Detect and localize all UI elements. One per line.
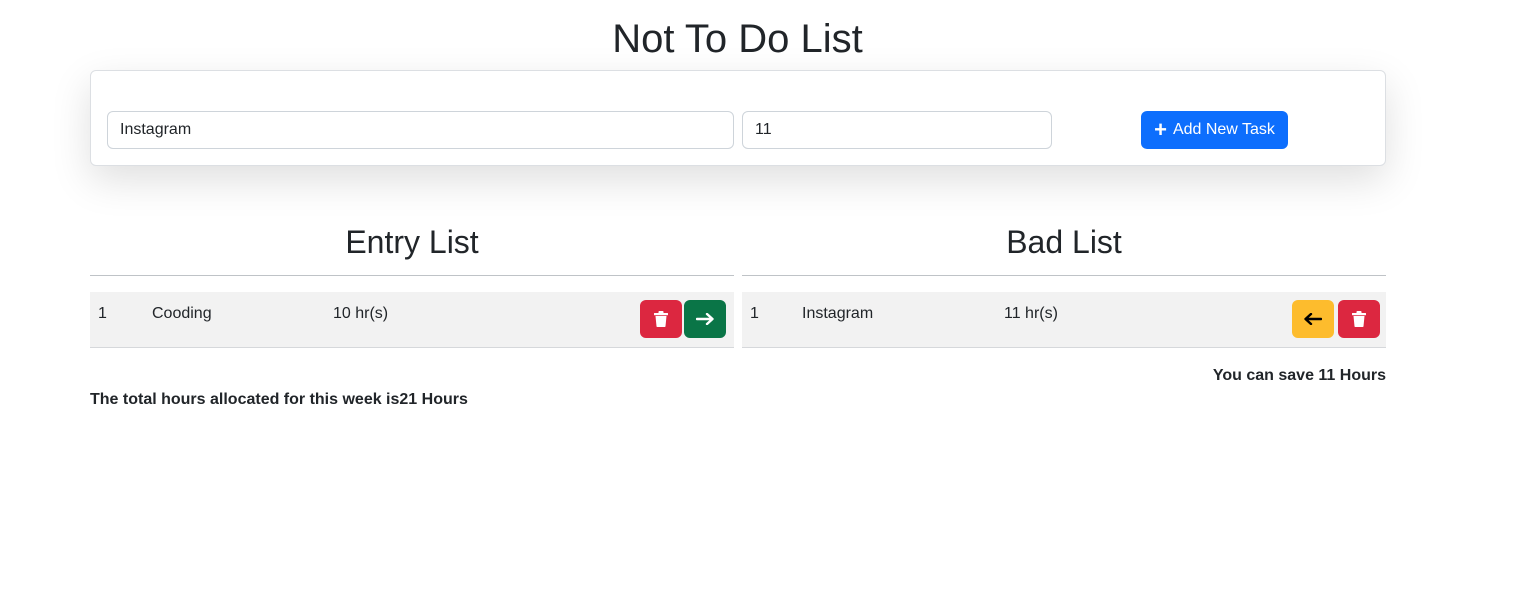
add-task-label: Add New Task (1172, 121, 1275, 138)
table-row: 1 Instagram 11 hr(s) (742, 292, 1386, 348)
save-hours-summary: You can save 11 Hours (742, 366, 1386, 386)
trash-icon (1352, 311, 1366, 327)
move-to-bad-button[interactable] (684, 300, 726, 338)
delete-button[interactable] (1338, 300, 1380, 338)
delete-button[interactable] (640, 300, 682, 338)
entry-list-heading: Entry List (345, 224, 479, 260)
move-to-entry-button[interactable] (1292, 300, 1334, 338)
entry-list-divider (90, 275, 734, 276)
trash-icon (654, 311, 668, 327)
bad-list-divider (742, 275, 1386, 276)
row-hours: 11 hr(s) (1004, 305, 1058, 322)
save-prefix: You can save (1212, 367, 1319, 384)
page-title: Not To Do List (612, 17, 863, 61)
row-task: Cooding (152, 305, 212, 322)
row-task: Instagram (802, 305, 874, 322)
arrow-right-icon (696, 313, 714, 325)
bad-list-heading: Bad List (1006, 224, 1122, 260)
bad-list: Bad List 1 Instagram 11 hr(s) (742, 220, 1386, 348)
save-suffix: Hours (1335, 367, 1386, 384)
plus-icon: + (1154, 117, 1167, 142)
table-row: 1 Cooding 10 hr(s) (90, 292, 734, 348)
hours-input[interactable] (742, 111, 1052, 149)
task-input[interactable] (107, 111, 734, 149)
total-hours-summary: The total hours allocated for this week … (90, 391, 468, 408)
add-task-button[interactable]: + Add New Task (1141, 111, 1288, 149)
task-form: + Add New Task (90, 70, 1386, 166)
save-hours-value: 11 (1318, 367, 1336, 384)
entry-list: Entry List 1 Cooding 10 hr(s) (90, 220, 734, 348)
row-index: 1 (750, 305, 759, 322)
row-hours: 10 hr(s) (333, 305, 389, 322)
arrow-left-icon (1304, 313, 1322, 325)
row-index: 1 (98, 305, 107, 322)
